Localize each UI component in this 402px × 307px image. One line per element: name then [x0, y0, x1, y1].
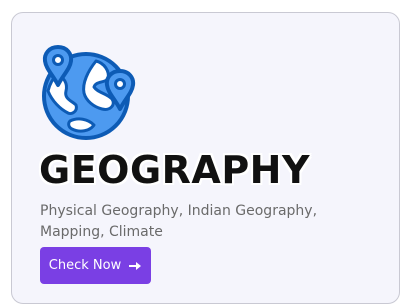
card-title: GEOGRAPHY [39, 148, 310, 192]
check-now-button[interactable]: Check Now [40, 247, 151, 284]
card-description: Physical Geography, Indian Geography, Ma… [40, 203, 318, 240]
subject-card: GEOGRAPHY Physical Geography, Indian Geo… [11, 12, 400, 304]
globe-with-location-pins-icon [38, 39, 138, 145]
check-now-label: Check Now [48, 258, 122, 273]
arrow-right-icon [129, 261, 142, 271]
